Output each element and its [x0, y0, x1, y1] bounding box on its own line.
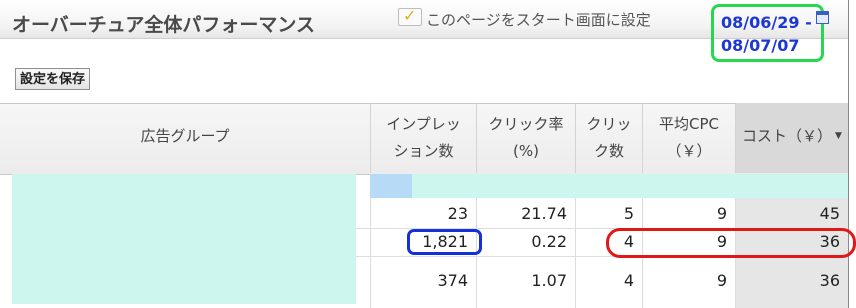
column-label-clicks-2: ク数 [593, 142, 624, 160]
clicks-cell: 5 [623, 204, 634, 223]
column-header-ctr[interactable]: クリック率 (%) [476, 103, 575, 173]
column-header-impressions[interactable]: インプレッ ション数 [370, 103, 476, 173]
column-label-ctr-2: (%) [513, 142, 539, 160]
column-header-adgroup[interactable]: 広告グループ [0, 103, 370, 173]
date-separator: - [805, 13, 812, 32]
column-label-avg-cpc-1: 平均CPC [659, 115, 719, 133]
ctr-cell: 0.22 [531, 232, 567, 251]
impressions-cell: 23 [447, 204, 468, 223]
calendar-icon[interactable] [816, 11, 829, 24]
scrollbar-edge [848, 0, 849, 308]
clicks-cell: 4 [623, 271, 634, 290]
column-label-impressions-1: インプレッ [386, 115, 461, 133]
impressions-cell: 374 [437, 271, 468, 290]
date-to: 08/07/07 [721, 36, 800, 55]
ctr-cell: 21.74 [521, 204, 567, 223]
clicks-cpc-cost-highlight [606, 228, 856, 258]
column-header-cost[interactable]: コスト（￥） ▼ [735, 103, 848, 173]
save-settings-button[interactable]: 設定を保存 [15, 68, 91, 90]
column-label-impressions-2: ション数 [393, 142, 454, 160]
table-row[interactable]: 374 1.07 4 9 36 [0, 266, 848, 296]
sort-down-icon: ▼ [835, 131, 842, 141]
column-header-avg-cpc[interactable]: 平均CPC （￥） [642, 103, 735, 173]
date-from: 08/06/29 [721, 13, 800, 32]
redacted-summary-row [370, 174, 848, 198]
redacted-summary-cell [370, 174, 412, 198]
column-header-clicks[interactable]: クリッ ク数 [575, 103, 642, 173]
table-row[interactable]: 23 21.74 5 9 45 [0, 200, 848, 228]
column-label-adgroup: 広告グループ [140, 127, 230, 145]
cost-cell: 36 [819, 271, 840, 290]
cost-cell: 45 [819, 204, 840, 223]
startup-checkbox[interactable]: ✓ [398, 6, 422, 26]
column-label-ctr-1: クリック率 [488, 115, 564, 133]
avg-cpc-cell: 9 [716, 204, 727, 223]
impressions-highlight [407, 229, 482, 255]
checkmark-icon: ✓ [403, 6, 417, 25]
page-title: オーバーチュア全体パフォーマンス [12, 14, 316, 36]
date-range[interactable]: 08/06/29 - 08/07/07 [721, 11, 831, 57]
ctr-cell: 1.07 [531, 271, 567, 290]
column-label-avg-cpc-2: （￥） [666, 142, 712, 160]
startup-label[interactable]: このページをスタート画面に設定 [426, 9, 651, 30]
avg-cpc-cell: 9 [716, 271, 727, 290]
column-label-clicks-1: クリッ [586, 115, 632, 133]
column-label-cost: コスト（￥） [742, 127, 833, 145]
